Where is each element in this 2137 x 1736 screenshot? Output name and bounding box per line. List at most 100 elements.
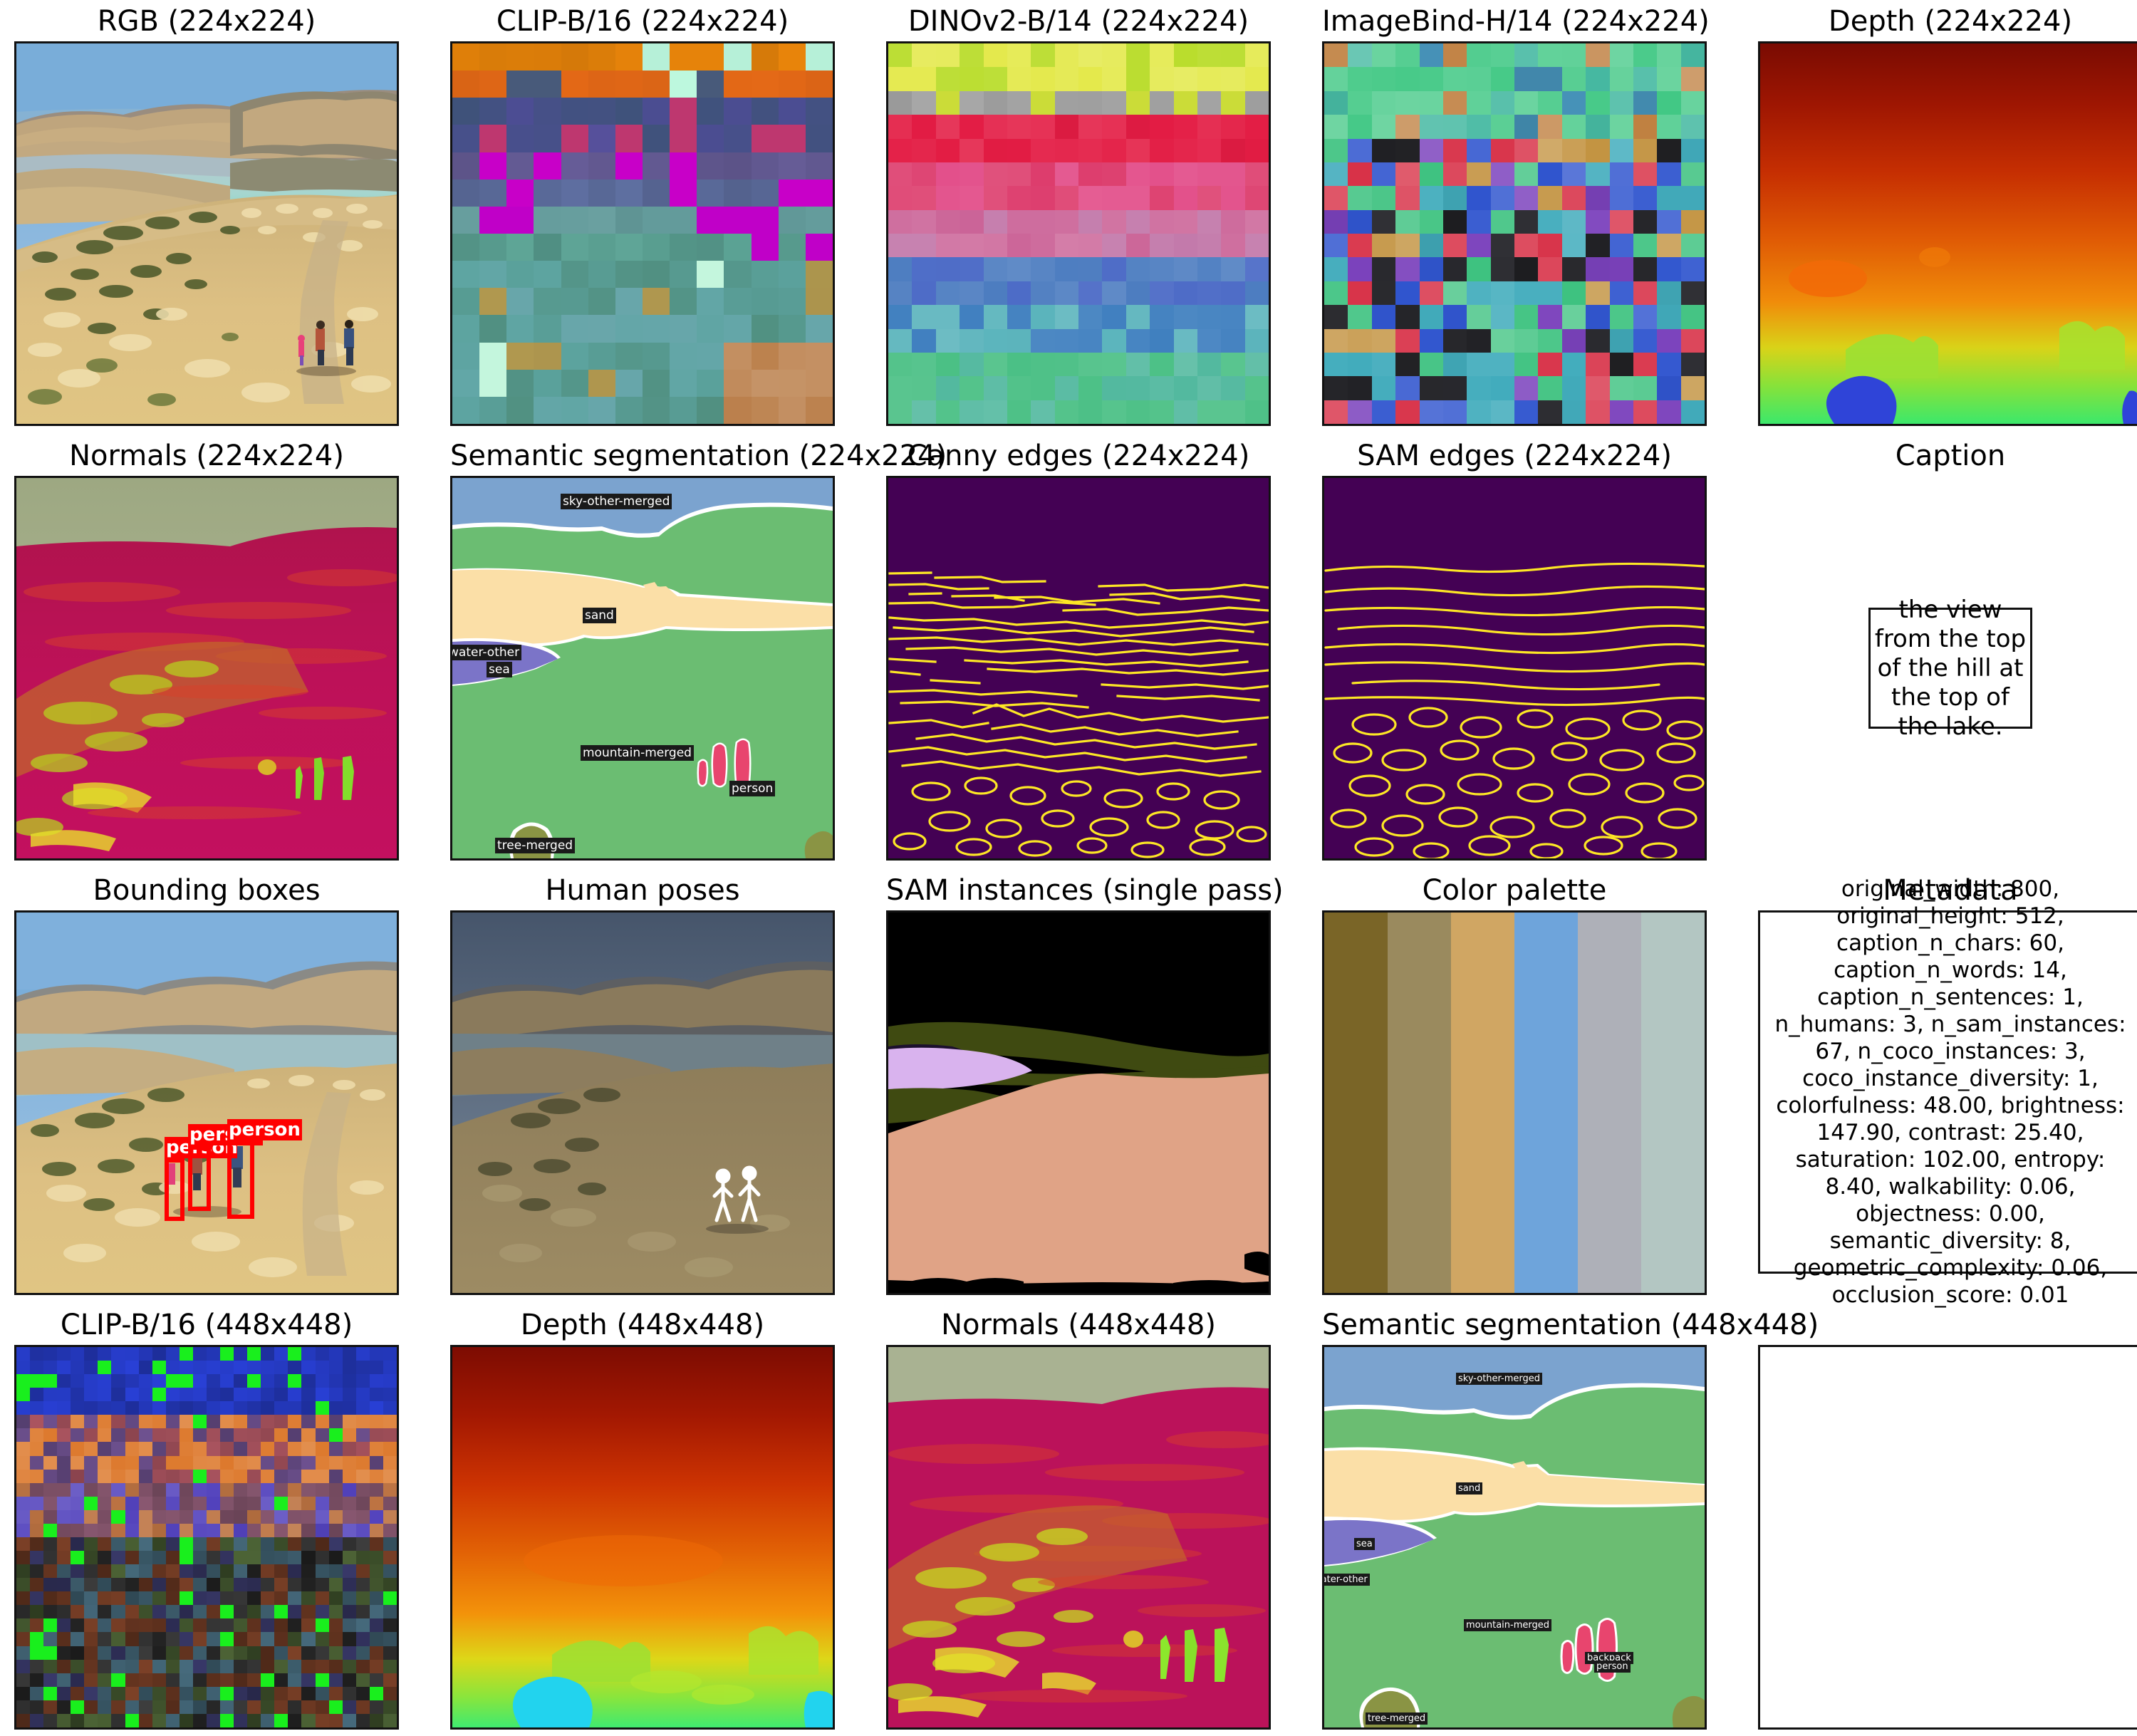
caption-box[interactable]: the view from the top of the hill at the… [1868, 596, 2032, 741]
patch-cell [369, 1686, 383, 1700]
normals224-image[interactable] [14, 476, 399, 861]
patch-cell [71, 1537, 85, 1552]
patch-cell [315, 1388, 329, 1402]
patch-cell [71, 1713, 85, 1727]
patch-cell [274, 1428, 288, 1443]
patch-cell [315, 1632, 329, 1646]
patch-cell [30, 1564, 44, 1579]
palette-swatch[interactable] [1324, 913, 1388, 1293]
patch-cell [1324, 186, 1348, 210]
patch-cell [1007, 186, 1031, 210]
patch-cell [192, 1388, 207, 1402]
bounding-box[interactable] [165, 1158, 184, 1221]
palette-swatch[interactable] [1578, 913, 1641, 1293]
patch-cell [1514, 305, 1539, 329]
patch-cell [724, 71, 752, 98]
patch-cell [206, 1591, 221, 1606]
samedges-map[interactable] [1322, 476, 1707, 861]
patch-cell [84, 1646, 98, 1660]
clip448-patch-map[interactable] [14, 1345, 399, 1730]
patch-cell [71, 1401, 85, 1415]
patch-cell [1221, 305, 1245, 329]
patch-cell [452, 315, 480, 343]
patch-cell [84, 1401, 98, 1415]
patch-cell [152, 1618, 166, 1633]
patch-cell [960, 186, 984, 210]
bbox-image[interactable]: person person person [14, 910, 399, 1295]
patch-cell [1150, 90, 1174, 115]
patch-cell [111, 1415, 125, 1429]
patch-cell [57, 1401, 71, 1415]
patch-cell [912, 138, 936, 162]
patch-cell [1442, 90, 1467, 115]
normals448-image[interactable] [886, 1345, 1271, 1730]
patch-cell [125, 1401, 139, 1415]
patch-cell [16, 1659, 31, 1673]
patch-cell [1633, 400, 1658, 424]
depth448-heatmap[interactable] [450, 1345, 835, 1730]
patch-cell [1419, 305, 1443, 329]
patch-cell [670, 71, 697, 98]
patch-cell [274, 1591, 288, 1606]
patch-cell [111, 1659, 125, 1673]
patch-cell [301, 1415, 316, 1429]
patch-cell [328, 1469, 343, 1483]
patch-cell [1467, 138, 1491, 162]
patch-cell [1150, 162, 1174, 187]
metadata-box[interactable]: original_width: 800, original_height: 51… [1758, 876, 2137, 1308]
patch-cell [220, 1659, 234, 1673]
patch-cell [30, 1496, 44, 1510]
patch-cell [561, 233, 588, 261]
patch-cell [234, 1551, 248, 1565]
patch-cell [1680, 376, 1705, 400]
canny-edge-map[interactable] [886, 476, 1271, 861]
patch-cell [1007, 328, 1031, 353]
patch-cell [1173, 400, 1197, 424]
patch-cell [43, 1700, 58, 1714]
samedges-render [1324, 478, 1705, 858]
patch-cell [506, 261, 534, 289]
pose-image[interactable] [450, 910, 835, 1295]
segmentation-label: tree-merged [495, 838, 576, 853]
patch-cell [179, 1646, 193, 1660]
palette-swatch[interactable] [1641, 913, 1705, 1293]
patch-cell [261, 1388, 275, 1402]
palette-swatch[interactable] [1514, 913, 1578, 1293]
patch-cell [125, 1646, 139, 1660]
patch-cell [355, 1415, 370, 1429]
patch-cell [57, 1482, 71, 1497]
semseg448-map[interactable]: sky-other-mergedsandseawater-othermounta… [1322, 1345, 1707, 1730]
patch-cell [670, 342, 697, 370]
patch-cell [1419, 328, 1443, 353]
patch-cell [1102, 186, 1126, 210]
patch-cell [98, 1673, 112, 1687]
dinov2-patch-map[interactable] [886, 41, 1271, 426]
patch-cell [234, 1401, 248, 1415]
patch-cell [328, 1537, 343, 1552]
patch-cell [43, 1618, 58, 1633]
sam-instances-map[interactable] [886, 910, 1271, 1295]
bounding-box[interactable] [227, 1140, 254, 1219]
color-palette-strip[interactable] [1322, 910, 1707, 1295]
palette-swatch[interactable] [1388, 913, 1451, 1293]
patch-cell [1371, 186, 1396, 210]
clip224-patch-map[interactable] [450, 41, 835, 426]
patch-cell [138, 1659, 152, 1673]
patch-cell [30, 1713, 44, 1727]
patch-cell [1490, 209, 1514, 234]
patch-cell [179, 1659, 193, 1673]
semseg224-map[interactable]: sky-other-merged sand water-other sea mounta… [450, 476, 835, 861]
patch-cell [1150, 186, 1174, 210]
patch-cell [506, 43, 534, 71]
palette-swatch[interactable] [1451, 913, 1514, 1293]
rgb-image[interactable] [14, 41, 399, 426]
patch-cell [43, 1388, 58, 1402]
patch-cell [274, 1496, 288, 1510]
patch-cell [43, 1496, 58, 1510]
patch-cell [261, 1673, 275, 1687]
imagebind-patch-map[interactable] [1322, 41, 1707, 426]
patch-cell [1657, 90, 1681, 115]
patch-cell [479, 315, 507, 343]
depth224-heatmap[interactable] [1758, 41, 2137, 426]
bounding-box[interactable] [188, 1145, 211, 1211]
